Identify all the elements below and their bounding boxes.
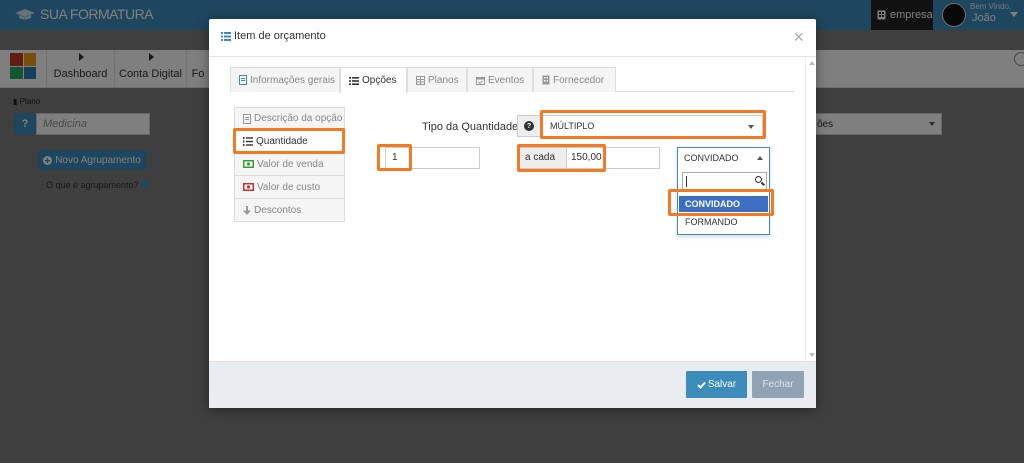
money-green-icon	[243, 160, 254, 168]
target-dropdown-selected[interactable]: CONVIDADO	[678, 148, 769, 168]
caret-up-icon	[757, 156, 763, 160]
list-icon	[349, 76, 359, 85]
quantity-input[interactable]: 1	[385, 147, 480, 169]
search-icon	[755, 176, 762, 183]
tab-eventos[interactable]: Eventos	[467, 67, 533, 92]
quantity-type-label: Tipo da Quantidade	[422, 121, 519, 133]
list-icon	[221, 31, 231, 41]
side-item-descricao[interactable]: Descrição da opção	[234, 107, 345, 130]
modal-footer: Salvar Fechar	[209, 361, 816, 408]
caret-down-icon	[748, 125, 754, 129]
side-item-valor-venda[interactable]: Valor de venda	[234, 153, 345, 176]
side-item-descontos[interactable]: Descontos	[234, 199, 345, 222]
tab-planos[interactable]: Planos	[407, 67, 467, 92]
modal-header: Item de orçamento ×	[209, 19, 816, 57]
close-button[interactable]: Fechar	[752, 371, 804, 398]
document-icon	[243, 113, 251, 124]
tab-informacoes-gerais[interactable]: Informações gerais	[230, 67, 340, 92]
document-icon	[239, 75, 247, 85]
quantity-type-help-button[interactable]: ?	[517, 115, 541, 137]
question-circle-icon: ?	[524, 121, 534, 131]
check-icon	[697, 381, 706, 389]
quantity-type-select[interactable]: MÚLTIPLO	[541, 115, 763, 137]
modal-title: Item de orçamento	[221, 30, 326, 42]
arrow-down-icon	[243, 205, 251, 215]
dropdown-option-convidado[interactable]: CONVIDADO	[679, 196, 768, 212]
side-item-valor-custo[interactable]: Valor de custo	[234, 176, 345, 199]
target-dropdown[interactable]: CONVIDADO CONVIDADO FORMANDO	[677, 147, 770, 235]
calendar-icon	[476, 76, 485, 85]
tab-opcoes[interactable]: Opções	[340, 67, 407, 93]
building-icon	[542, 75, 550, 85]
modal-tabs: Informações gerais Opções Planos Eventos…	[230, 67, 794, 93]
ordered-list-icon	[243, 136, 253, 146]
options-side-menu: Descrição da opção Quantidade Valor de v…	[234, 107, 345, 222]
side-item-quantidade[interactable]: Quantidade	[234, 130, 345, 153]
close-icon[interactable]: ×	[793, 28, 804, 46]
budget-item-modal: Item de orçamento × Informações gerais O…	[209, 19, 816, 408]
table-icon	[416, 75, 425, 85]
dropdown-option-formando[interactable]: FORMANDO	[679, 214, 768, 230]
quantity-type-value: MÚLTIPLO	[550, 121, 595, 131]
each-addon-label: a cada	[519, 147, 567, 169]
modal-scrollbar[interactable]	[805, 57, 816, 361]
money-red-icon	[243, 183, 254, 191]
tab-fornecedor[interactable]: Fornecedor	[533, 67, 616, 92]
each-value-input[interactable]: 150,00	[567, 147, 660, 169]
save-button[interactable]: Salvar	[686, 371, 747, 398]
dropdown-search-input[interactable]	[682, 172, 767, 190]
